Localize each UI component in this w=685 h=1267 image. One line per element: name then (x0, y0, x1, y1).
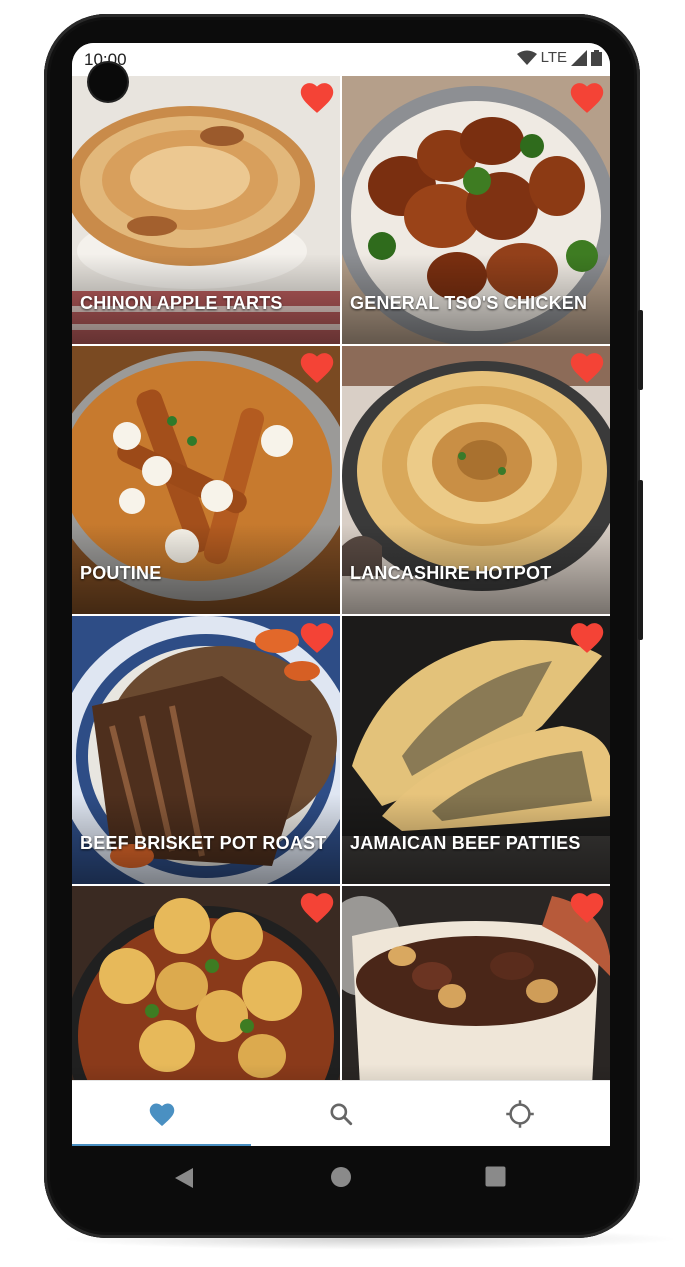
recipe-card[interactable]: CHINON APPLE TARTS (72, 76, 340, 344)
recipe-name: JAMAICAN BEEF PATTIES (350, 833, 581, 853)
search-icon (329, 1103, 352, 1126)
system-navigation-bar (72, 1146, 610, 1210)
recipe-card[interactable]: JAMAICAN BEEF PATTIES (342, 616, 610, 884)
recipe-card[interactable]: LANCASHIRE HOTPOT (342, 346, 610, 614)
recipe-name: BEEF BRISKET POT ROAST (80, 833, 327, 853)
recipe-name: LANCASHIRE HOTPOT (350, 563, 552, 583)
heart-icon[interactable] (298, 350, 336, 384)
back-icon[interactable] (173, 1166, 195, 1190)
heart-icon[interactable] (568, 890, 606, 924)
power-button (638, 310, 643, 390)
recipe-name: POUTINE (80, 563, 162, 583)
caption-shade (342, 1064, 610, 1080)
heart-icon (149, 1103, 174, 1127)
wifi-icon (516, 50, 537, 65)
status-icons: LTE (516, 49, 602, 66)
front-camera (89, 63, 127, 101)
heart-icon[interactable] (568, 620, 606, 654)
recipe-card[interactable]: GENERAL TSO'S CHICKEN (342, 76, 610, 344)
bottom-navigation (72, 1080, 610, 1146)
heart-icon[interactable] (568, 350, 606, 384)
recipe-name: CHINON APPLE TARTS (80, 293, 283, 313)
signal-icon (571, 49, 587, 66)
recipe-card[interactable]: POUTINE (72, 346, 340, 614)
recipe-card[interactable] (72, 886, 340, 1080)
recipe-card[interactable] (342, 886, 610, 1080)
heart-icon[interactable] (568, 80, 606, 114)
nav-locate[interactable] (430, 1081, 609, 1146)
home-icon[interactable] (330, 1166, 352, 1188)
crosshair-icon (505, 1100, 534, 1128)
app-screen: 10:00 LTE CHINON APPLE TARTS GENERAL TSO… (72, 43, 610, 1146)
nav-favorites[interactable] (72, 1081, 251, 1146)
caption-shade (72, 1064, 340, 1080)
recents-icon[interactable] (485, 1166, 506, 1187)
heart-icon[interactable] (298, 890, 336, 924)
nav-search[interactable] (251, 1081, 430, 1146)
volume-button (638, 480, 643, 640)
heart-icon[interactable] (298, 620, 336, 654)
recipe-card[interactable]: BEEF BRISKET POT ROAST (72, 616, 340, 884)
status-bar: 10:00 LTE (72, 43, 610, 76)
recipe-name: GENERAL TSO'S CHICKEN (350, 293, 588, 313)
heart-icon[interactable] (298, 80, 336, 114)
recipe-grid: CHINON APPLE TARTS GENERAL TSO'S CHICKEN… (72, 76, 610, 1080)
battery-icon (591, 49, 602, 66)
network-type: LTE (540, 49, 567, 66)
